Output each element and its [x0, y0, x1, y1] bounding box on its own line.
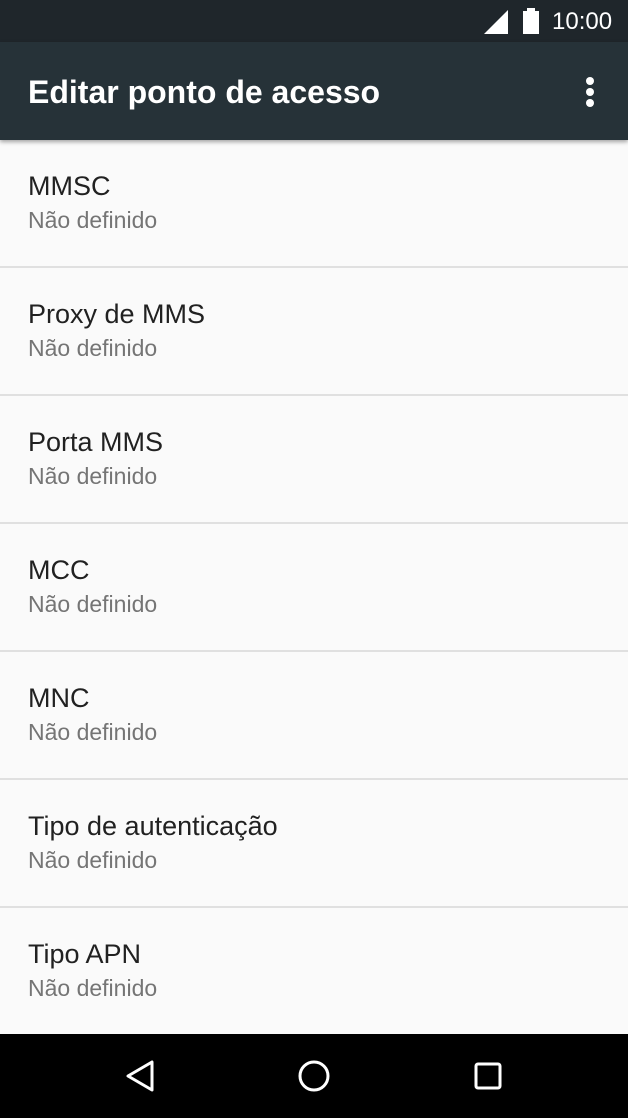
- apn-settings-list: MMSC Não definido Proxy de MMS Não defin…: [0, 140, 628, 1034]
- item-summary: Não definido: [28, 719, 158, 745]
- cell-signal-icon: [484, 10, 508, 34]
- screen: 10:00 Editar ponto de acesso MMSC Não de…: [0, 0, 628, 1118]
- home-icon[interactable]: [290, 1052, 338, 1100]
- list-item-mnc[interactable]: MNC Não definido: [0, 652, 628, 780]
- back-icon[interactable]: [116, 1052, 164, 1100]
- app-bar: Editar ponto de acesso: [0, 42, 628, 140]
- page-title: Editar ponto de acesso: [28, 74, 381, 110]
- item-title: MNC: [28, 683, 90, 713]
- list-item-apn-type[interactable]: Tipo APN Não definido: [0, 908, 628, 1034]
- more-options-button[interactable]: [566, 67, 614, 115]
- list-item-auth-type[interactable]: Tipo de autenticação Não definido: [0, 780, 628, 908]
- more-vert-icon-dot: [586, 99, 594, 107]
- item-title: Tipo de autenticação: [28, 811, 278, 841]
- navigation-bar: [0, 1034, 628, 1118]
- battery-icon: [523, 8, 539, 34]
- more-vert-icon: [586, 77, 594, 85]
- item-summary: Não definido: [28, 975, 158, 1001]
- list-item-mmsc[interactable]: MMSC Não definido: [0, 140, 628, 268]
- list-item-mms-port[interactable]: Porta MMS Não definido: [0, 396, 628, 524]
- status-time: 10:00: [552, 8, 613, 35]
- item-summary: Não definido: [28, 463, 158, 489]
- status-bar: 10:00: [0, 0, 628, 42]
- item-title: MMSC: [28, 171, 111, 201]
- recents-icon[interactable]: [464, 1052, 512, 1100]
- item-title: Proxy de MMS: [28, 299, 206, 329]
- item-summary: Não definido: [28, 207, 158, 233]
- more-vert-icon-dot: [586, 88, 594, 96]
- item-title: MCC: [28, 555, 90, 585]
- list-item-mms-proxy[interactable]: Proxy de MMS Não definido: [0, 268, 628, 396]
- item-summary: Não definido: [28, 847, 158, 873]
- item-summary: Não definido: [28, 591, 158, 617]
- list-item-mcc[interactable]: MCC Não definido: [0, 524, 628, 652]
- item-title: Tipo APN: [28, 939, 142, 969]
- item-summary: Não definido: [28, 335, 158, 361]
- item-title: Porta MMS: [28, 427, 164, 457]
